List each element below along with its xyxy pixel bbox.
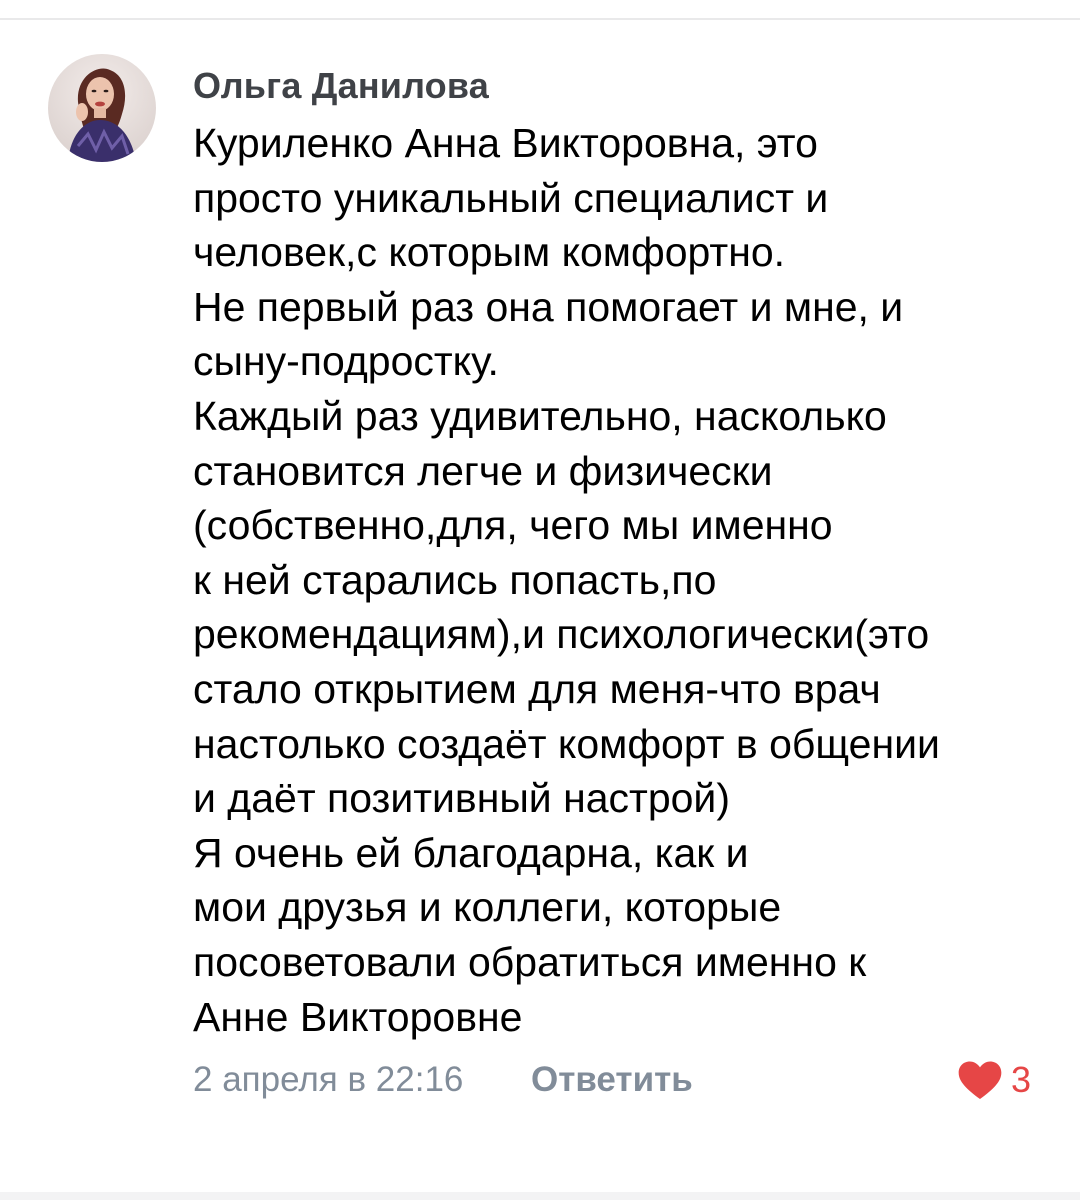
bottom-divider bbox=[0, 1192, 1080, 1200]
like-button[interactable]: 3 bbox=[957, 1052, 1031, 1108]
comment-line: к ней старались попасть,по bbox=[193, 556, 717, 603]
comment-line: рекомендациям),и психологически(это bbox=[193, 611, 930, 658]
comment-footer: 2 апреля в 22:16 Ответить 3 bbox=[193, 1052, 1043, 1108]
comment-timestamp[interactable]: 2 апреля в 22:16 bbox=[193, 1052, 463, 1108]
comment-line: человек,с которым комфортно. bbox=[193, 229, 786, 276]
comment-text: Куриленко Анна Викторовна, это просто ун… bbox=[193, 116, 1043, 1044]
comment-line: мои друзья и коллеги, которые bbox=[193, 884, 782, 931]
comment-line: Анне Викторовне bbox=[193, 993, 523, 1040]
like-count: 3 bbox=[1010, 1059, 1031, 1101]
avatar[interactable] bbox=[48, 54, 156, 162]
comment-body: Ольга Данилова Куриленко Анна Викторовна… bbox=[193, 54, 1043, 1108]
comment-line: Не первый раз она помогает и мне, и bbox=[193, 283, 904, 330]
author-name[interactable]: Ольга Данилова bbox=[193, 56, 1043, 116]
comment-line: Куриленко Анна Викторовна, это bbox=[193, 120, 818, 166]
comment-line: просто уникальный специалист и bbox=[193, 174, 829, 221]
comment-line: Я очень ей благодарна, как и bbox=[193, 829, 749, 876]
comment-line: сыну-подростку. bbox=[193, 338, 499, 385]
comment-line: становится легче и физически bbox=[193, 447, 773, 494]
comment-line: (собственно,для, чего мы именно bbox=[193, 502, 833, 549]
comment-line: Каждый раз удивительно, насколько bbox=[193, 392, 887, 439]
reply-button[interactable]: Ответить bbox=[531, 1052, 693, 1108]
heart-icon bbox=[958, 1061, 1002, 1100]
avatar-image bbox=[48, 54, 156, 162]
comment-line: стало открытием для меня-что врач bbox=[193, 665, 881, 712]
comment-line: настолько создаёт комфорт в общении bbox=[193, 720, 940, 767]
top-divider bbox=[0, 18, 1080, 20]
comment-line: посоветовали обратиться именно к bbox=[193, 938, 867, 985]
comment-line: и даёт позитивный настрой) bbox=[193, 775, 730, 822]
